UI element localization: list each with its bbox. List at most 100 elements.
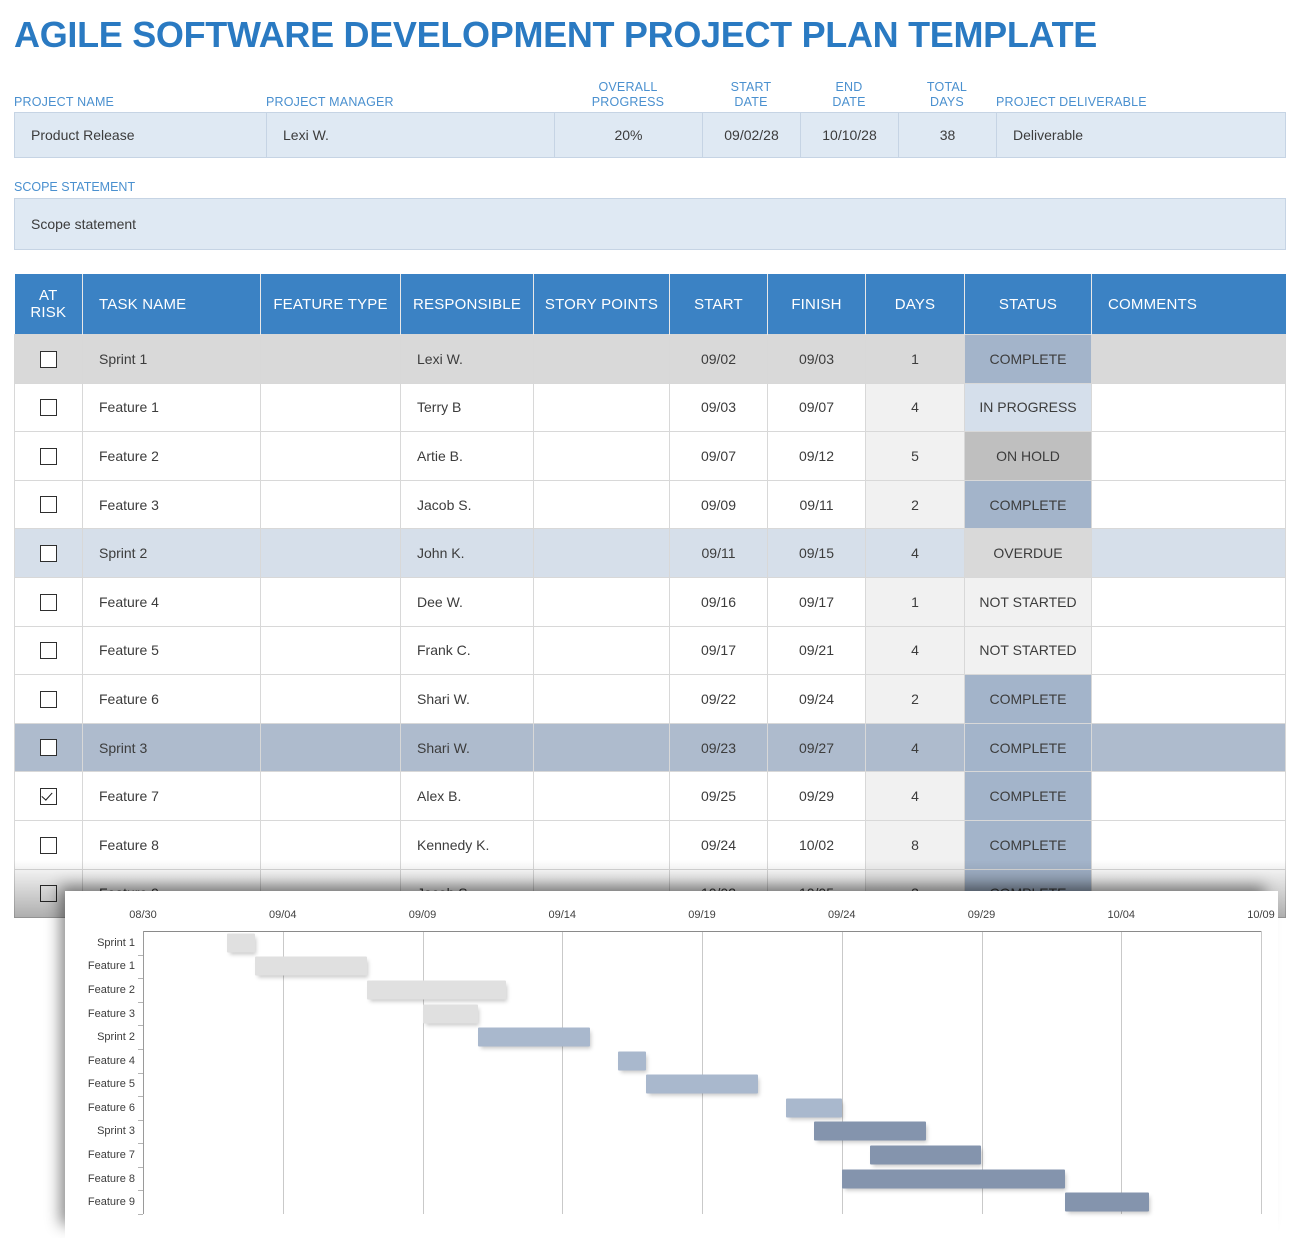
table-row[interactable]: Feature 4 Dee W. 09/16 09/17 1 NOT STARTED: [14, 576, 1286, 627]
value-start-date[interactable]: 09/02/28: [703, 113, 801, 157]
checkbox-icon[interactable]: [40, 545, 57, 563]
status-badge[interactable]: COMPLETE: [964, 722, 1092, 773]
gantt-bar[interactable]: [841, 1169, 1066, 1189]
story-points-cell[interactable]: [533, 334, 670, 384]
at-risk-cell[interactable]: [14, 334, 83, 384]
task-name-cell[interactable]: Sprint 2: [82, 528, 261, 578]
checkbox-icon[interactable]: [40, 496, 57, 514]
comments-cell[interactable]: [1091, 528, 1286, 578]
story-points-cell[interactable]: [533, 382, 670, 433]
finish-cell[interactable]: 09/15: [767, 528, 866, 578]
gantt-bar[interactable]: [478, 1027, 591, 1047]
value-project-deliverable[interactable]: Deliverable: [997, 113, 1285, 157]
task-name-cell[interactable]: Sprint 3: [82, 722, 261, 773]
status-badge[interactable]: NOT STARTED: [964, 576, 1092, 627]
responsible-cell[interactable]: Artie B.: [400, 431, 534, 481]
comments-cell[interactable]: [1091, 431, 1286, 481]
gantt-bar[interactable]: [618, 1051, 647, 1071]
responsible-cell[interactable]: Terry B: [400, 382, 534, 433]
task-name-cell[interactable]: Feature 8: [82, 819, 261, 870]
comments-cell[interactable]: [1091, 819, 1286, 870]
at-risk-cell[interactable]: [14, 576, 83, 627]
finish-cell[interactable]: 09/12: [767, 431, 866, 481]
checkbox-icon[interactable]: [40, 447, 57, 465]
task-name-cell[interactable]: Feature 6: [82, 674, 261, 724]
checkbox-icon[interactable]: [40, 739, 57, 757]
gantt-bar[interactable]: [1065, 1192, 1150, 1212]
finish-cell[interactable]: 10/02: [767, 819, 866, 870]
status-badge[interactable]: COMPLETE: [964, 819, 1092, 870]
gantt-bar[interactable]: [785, 1098, 842, 1118]
checkbox-icon[interactable]: [40, 593, 57, 611]
finish-cell[interactable]: 09/24: [767, 674, 866, 724]
responsible-cell[interactable]: Shari W.: [400, 674, 534, 724]
status-badge[interactable]: COMPLETE: [964, 479, 1092, 530]
start-cell[interactable]: 09/23: [669, 722, 768, 773]
start-cell[interactable]: 09/17: [669, 625, 768, 676]
comments-cell[interactable]: [1091, 674, 1286, 724]
checkbox-icon[interactable]: [40, 690, 57, 708]
start-cell[interactable]: 09/02: [669, 334, 768, 384]
checkbox-icon[interactable]: [40, 399, 57, 417]
table-row[interactable]: Feature 7 Alex B. 09/25 09/29 4 COMPLETE: [14, 771, 1286, 821]
at-risk-cell[interactable]: [14, 771, 83, 821]
feature-type-cell[interactable]: [260, 819, 401, 870]
status-badge[interactable]: IN PROGRESS: [964, 382, 1092, 433]
comments-cell[interactable]: [1091, 334, 1286, 384]
responsible-cell[interactable]: Dee W.: [400, 576, 534, 627]
start-cell[interactable]: 09/03: [669, 382, 768, 433]
responsible-cell[interactable]: Kennedy K.: [400, 819, 534, 870]
gantt-bar[interactable]: [422, 1004, 479, 1024]
start-cell[interactable]: 09/24: [669, 819, 768, 870]
task-name-cell[interactable]: Feature 7: [82, 771, 261, 821]
finish-cell[interactable]: 09/29: [767, 771, 866, 821]
gantt-chart-panel[interactable]: 08/30 09/04 09/09 09/14 09/19 09/24 09/29 10/04…: [65, 891, 1278, 1238]
at-risk-cell[interactable]: [14, 479, 83, 530]
comments-cell[interactable]: [1091, 722, 1286, 773]
start-cell[interactable]: 09/09: [669, 479, 768, 530]
feature-type-cell[interactable]: [260, 334, 401, 384]
table-row[interactable]: Feature 6 Shari W. 09/22 09/24 2 COMPLETE: [14, 674, 1286, 724]
gantt-bar[interactable]: [366, 980, 507, 1000]
table-row[interactable]: Sprint 3 Shari W. 09/23 09/27 4 COMPLETE: [14, 722, 1286, 773]
feature-type-cell[interactable]: [260, 479, 401, 530]
at-risk-cell[interactable]: [14, 382, 83, 433]
feature-type-cell[interactable]: [260, 528, 401, 578]
value-end-date[interactable]: 10/10/28: [801, 113, 899, 157]
task-name-cell[interactable]: Sprint 1: [82, 334, 261, 384]
start-cell[interactable]: 09/11: [669, 528, 768, 578]
story-points-cell[interactable]: [533, 625, 670, 676]
story-points-cell[interactable]: [533, 576, 670, 627]
feature-type-cell[interactable]: [260, 576, 401, 627]
gantt-bar[interactable]: [226, 933, 255, 953]
status-badge[interactable]: ON HOLD: [964, 431, 1092, 481]
status-badge[interactable]: NOT STARTED: [964, 625, 1092, 676]
gantt-bar[interactable]: [869, 1145, 982, 1165]
checkbox-icon[interactable]: [40, 885, 57, 903]
task-name-cell[interactable]: Feature 1: [82, 382, 261, 433]
gantt-bar[interactable]: [254, 956, 367, 976]
comments-cell[interactable]: [1091, 576, 1286, 627]
finish-cell[interactable]: 09/07: [767, 382, 866, 433]
comments-cell[interactable]: [1091, 479, 1286, 530]
checkbox-icon[interactable]: [40, 836, 57, 854]
value-project-manager[interactable]: Lexi W.: [267, 113, 555, 157]
status-badge[interactable]: OVERDUE: [964, 528, 1092, 578]
story-points-cell[interactable]: [533, 528, 670, 578]
responsible-cell[interactable]: Shari W.: [400, 722, 534, 773]
story-points-cell[interactable]: [533, 479, 670, 530]
task-name-cell[interactable]: Feature 4: [82, 576, 261, 627]
feature-type-cell[interactable]: [260, 722, 401, 773]
finish-cell[interactable]: 09/17: [767, 576, 866, 627]
story-points-cell[interactable]: [533, 722, 670, 773]
gantt-bar[interactable]: [813, 1121, 926, 1141]
at-risk-cell[interactable]: [14, 674, 83, 724]
checkbox-icon[interactable]: [40, 350, 57, 368]
at-risk-cell[interactable]: [14, 431, 83, 481]
table-row[interactable]: Feature 1 Terry B 09/03 09/07 4 IN PROGRESS: [14, 382, 1286, 433]
finish-cell[interactable]: 09/27: [767, 722, 866, 773]
table-row[interactable]: Feature 2 Artie B. 09/07 09/12 5 ON HOLD: [14, 431, 1286, 481]
feature-type-cell[interactable]: [260, 382, 401, 433]
task-name-cell[interactable]: Feature 2: [82, 431, 261, 481]
finish-cell[interactable]: 09/21: [767, 625, 866, 676]
